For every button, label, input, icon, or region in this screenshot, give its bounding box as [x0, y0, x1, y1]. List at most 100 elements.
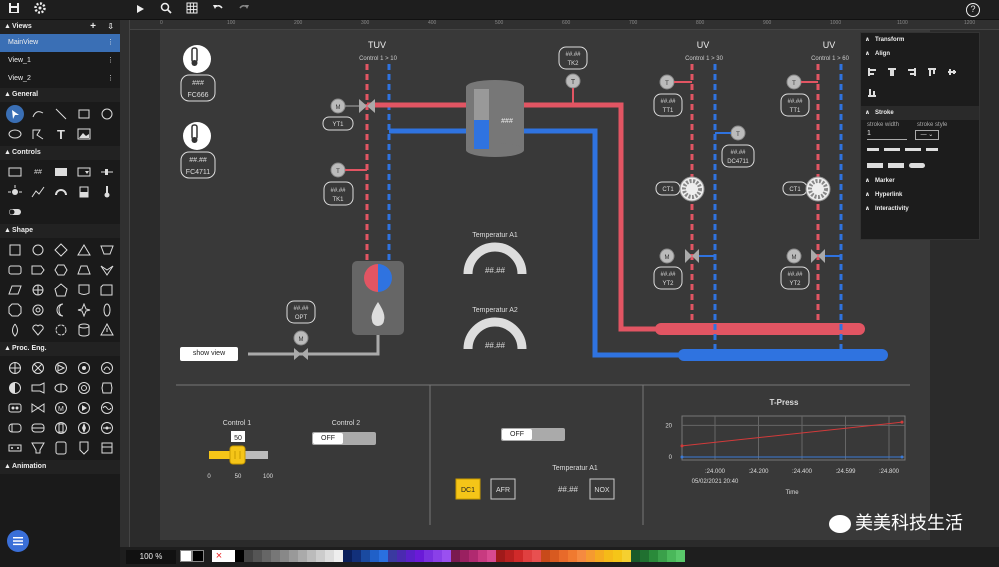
color-swatch[interactable] — [658, 550, 667, 562]
fc4711-instrument[interactable]: ##.## FC4711 — [180, 122, 216, 179]
color-swatch[interactable] — [226, 550, 235, 562]
interactivity-section[interactable]: ∧ Interactivity — [861, 202, 979, 216]
ct1b-label: CT1 — [789, 187, 801, 193]
color-swatch[interactable] — [604, 550, 613, 562]
color-swatch[interactable] — [649, 550, 658, 562]
tt1-sensor-b[interactable]: T ##.## TT1 — [780, 74, 818, 117]
color-swatch[interactable] — [397, 550, 406, 562]
hyperlink-section[interactable]: ∧ Hyperlink — [861, 188, 979, 202]
dash-style-1-icon[interactable] — [867, 148, 879, 151]
color-swatch[interactable] — [676, 550, 685, 562]
color-swatch[interactable] — [532, 550, 541, 562]
color-swatch[interactable] — [541, 550, 550, 562]
cap-style-2-icon[interactable] — [888, 163, 904, 168]
color-swatch[interactable] — [622, 550, 631, 562]
color-swatch[interactable] — [469, 550, 478, 562]
color-swatch[interactable] — [577, 550, 586, 562]
color-swatch[interactable] — [325, 550, 334, 562]
heat-exchanger[interactable] — [352, 261, 404, 335]
color-swatch[interactable] — [307, 550, 316, 562]
control1-slider-thumb[interactable] — [229, 445, 246, 465]
color-swatch[interactable] — [415, 550, 424, 562]
control2-toggle[interactable]: OFF — [312, 432, 376, 445]
color-swatch[interactable] — [442, 550, 451, 562]
color-swatch[interactable] — [550, 550, 559, 562]
dash-style-3-icon[interactable] — [905, 148, 921, 151]
color-swatch[interactable] — [280, 550, 289, 562]
stroke-width-input[interactable]: 1 — [867, 130, 907, 140]
align-top-icon[interactable] — [927, 64, 937, 82]
color-swatch[interactable] — [334, 550, 343, 562]
align-right-icon[interactable] — [907, 64, 917, 82]
color-swatch[interactable] — [640, 550, 649, 562]
color-swatch[interactable] — [289, 550, 298, 562]
color-swatch[interactable] — [343, 550, 352, 562]
stroke-style-select[interactable]: — ⌄ — [915, 130, 939, 140]
color-swatch[interactable] — [631, 550, 640, 562]
zoom-level[interactable]: 100 % — [126, 550, 176, 564]
transform-section[interactable]: ∧ Transform — [861, 33, 979, 47]
color-swatch[interactable] — [478, 550, 487, 562]
align-section[interactable]: ∧ Align — [861, 47, 979, 61]
yt2-valve-a[interactable]: M ##.## YT2 — [653, 248, 715, 290]
tk1-sensor[interactable]: T ##.## TK1 — [323, 162, 367, 206]
control2-toggle-label: OFF — [313, 433, 343, 444]
color-swatch[interactable] — [586, 550, 595, 562]
color-swatch[interactable] — [424, 550, 433, 562]
gauge-a2-title: Temperatur A2 — [472, 307, 518, 314]
ct1-fan-b[interactable]: CT1 — [782, 176, 831, 202]
align-center-icon[interactable] — [887, 64, 897, 82]
color-swatch[interactable] — [244, 550, 253, 562]
color-swatch[interactable] — [667, 550, 676, 562]
color-swatch[interactable] — [370, 550, 379, 562]
cap-style-1-icon[interactable] — [867, 163, 883, 168]
align-bottom-icon[interactable] — [867, 85, 877, 102]
opt-sensor[interactable]: ##.## OPT M — [286, 300, 316, 360]
fc666-instrument[interactable]: ### FC666 — [180, 45, 216, 102]
color-swatch[interactable] — [451, 550, 460, 562]
color-swatch[interactable] — [271, 550, 280, 562]
color-swatch[interactable] — [361, 550, 370, 562]
fill-swatch[interactable] — [180, 550, 192, 562]
dash-style-2-icon[interactable] — [884, 148, 900, 151]
tt1-sensor-a[interactable]: T ##.## TT1 — [653, 74, 692, 117]
top-toggle[interactable]: OFF — [501, 428, 565, 441]
color-swatch[interactable] — [316, 550, 325, 562]
color-swatch[interactable] — [460, 550, 469, 562]
nox-label: NOX — [594, 487, 610, 494]
align-middle-icon[interactable] — [947, 64, 957, 82]
color-swatch[interactable] — [352, 550, 361, 562]
color-swatch[interactable] — [514, 550, 523, 562]
color-swatch[interactable] — [433, 550, 442, 562]
color-swatch[interactable] — [568, 550, 577, 562]
color-swatch[interactable] — [595, 550, 604, 562]
tk2-sensor[interactable]: ##.## TK2 T — [558, 46, 588, 105]
show-view-button[interactable]: show view — [180, 347, 238, 361]
dash-style-4-icon[interactable] — [926, 148, 938, 151]
color-swatch[interactable] — [298, 550, 307, 562]
tank[interactable]: ### — [466, 80, 524, 157]
stroke-swatch[interactable] — [192, 550, 204, 562]
color-swatch[interactable] — [559, 550, 568, 562]
color-swatch[interactable] — [487, 550, 496, 562]
color-swatch[interactable] — [406, 550, 415, 562]
color-swatch[interactable] — [613, 550, 622, 562]
dc4711-sensor[interactable]: T ##.## DC4711 — [715, 125, 755, 168]
color-swatch[interactable] — [496, 550, 505, 562]
no-color-icon[interactable]: × — [212, 550, 226, 562]
color-swatch[interactable] — [253, 550, 262, 562]
marker-section[interactable]: ∧ Marker — [861, 174, 979, 188]
stroke-section[interactable]: ∧ Stroke — [861, 106, 979, 120]
yt2-valve-b[interactable]: M ##.## YT2 — [780, 248, 841, 290]
control2-label: Control 2 — [332, 420, 361, 427]
color-swatch[interactable] — [505, 550, 514, 562]
ct1-fan-a[interactable]: CT1 — [655, 176, 705, 202]
color-swatch[interactable] — [262, 550, 271, 562]
cap-style-3-icon[interactable] — [909, 163, 925, 168]
color-swatch[interactable] — [379, 550, 388, 562]
color-swatch[interactable] — [388, 550, 397, 562]
color-swatch[interactable] — [523, 550, 532, 562]
color-swatch[interactable] — [235, 550, 244, 562]
align-left-icon[interactable] — [867, 64, 877, 82]
yt2a-label: YT2 — [662, 281, 674, 287]
